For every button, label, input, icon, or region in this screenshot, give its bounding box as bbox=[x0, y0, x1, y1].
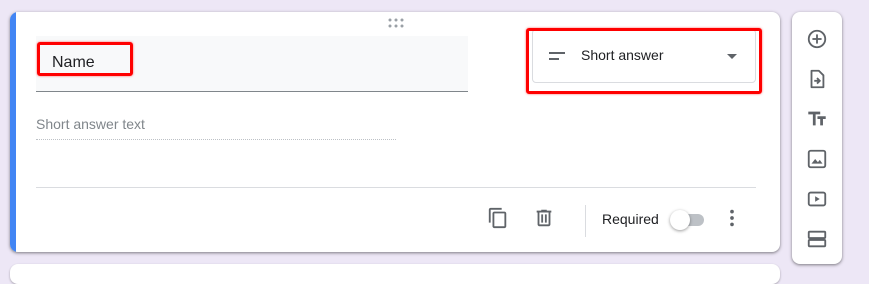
drag-handle-icon[interactable] bbox=[388, 18, 404, 28]
required-toggle[interactable] bbox=[670, 209, 710, 231]
import-questions-icon[interactable] bbox=[805, 67, 829, 91]
short-answer-placeholder: Short answer text bbox=[36, 116, 396, 140]
active-card-indicator bbox=[10, 12, 16, 252]
toggle-thumb bbox=[670, 210, 690, 230]
floating-toolbar bbox=[792, 12, 842, 264]
next-question-card[interactable] bbox=[10, 264, 780, 284]
footer-separator bbox=[585, 205, 586, 237]
required-label: Required bbox=[602, 211, 659, 227]
footer-divider bbox=[36, 187, 756, 188]
question-card[interactable]: Name Short answer Short answer text Requ… bbox=[10, 12, 780, 252]
add-video-icon[interactable] bbox=[805, 187, 829, 211]
add-section-icon[interactable] bbox=[805, 227, 829, 251]
more-vert-icon[interactable] bbox=[720, 206, 744, 230]
add-image-icon[interactable] bbox=[805, 147, 829, 171]
highlight-box-type bbox=[526, 28, 762, 94]
highlight-box-title bbox=[37, 42, 133, 76]
add-title-icon[interactable] bbox=[805, 107, 829, 131]
duplicate-icon[interactable] bbox=[486, 206, 510, 230]
add-question-icon[interactable] bbox=[805, 27, 829, 51]
delete-icon[interactable] bbox=[532, 206, 556, 230]
